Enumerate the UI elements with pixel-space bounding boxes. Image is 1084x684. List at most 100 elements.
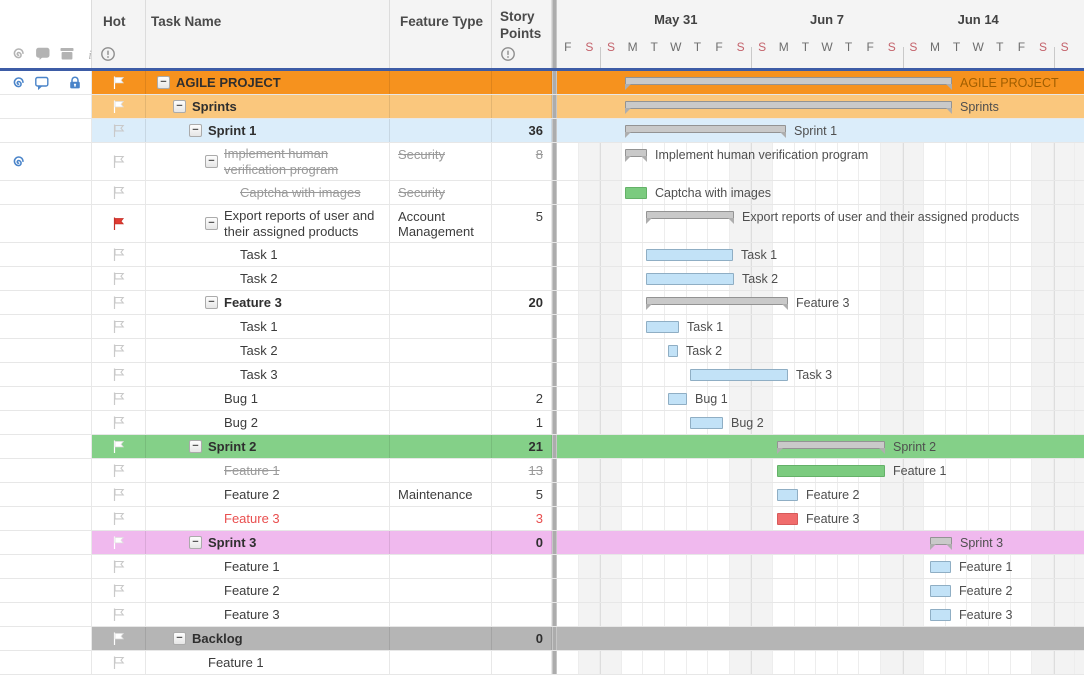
attachment-icon[interactable]	[11, 46, 27, 62]
hot-flag-icon[interactable]	[111, 185, 126, 200]
hot-flag-icon[interactable]	[111, 559, 126, 574]
feature-type-cell[interactable]	[390, 651, 492, 674]
feature-type-cell[interactable]: Security	[390, 181, 492, 204]
task-row[interactable]: Feature 1Feature 1	[0, 555, 1084, 579]
hot-cell[interactable]	[92, 627, 146, 650]
gantt-task-bar[interactable]	[690, 417, 723, 429]
story-points-cell[interactable]	[492, 555, 552, 578]
task-name-cell[interactable]: −Feature 3	[146, 291, 390, 314]
collapse-toggle[interactable]: −	[205, 155, 218, 168]
feature-type-cell[interactable]	[390, 507, 492, 530]
collapse-toggle[interactable]: −	[189, 440, 202, 453]
gantt-row[interactable]	[557, 651, 1084, 674]
feature-type-cell[interactable]: Security	[390, 143, 492, 180]
gantt-row[interactable]: Feature 3	[557, 507, 1084, 530]
gantt-summary-bar[interactable]	[646, 211, 734, 219]
feature-type-cell[interactable]	[390, 71, 492, 94]
task-row[interactable]: −SprintsSprints	[0, 95, 1084, 119]
feature-type-cell[interactable]	[390, 603, 492, 626]
story-points-column-header[interactable]: Story Points	[492, 0, 552, 68]
feature-type-cell[interactable]	[390, 579, 492, 602]
hot-cell[interactable]	[92, 411, 146, 434]
task-name-cell[interactable]: Feature 1	[146, 651, 390, 674]
task-name-cell[interactable]: −Implement human verification program	[146, 143, 390, 180]
comment-icon[interactable]	[35, 46, 51, 62]
task-row[interactable]: Captcha with imagesSecurityCaptcha with …	[0, 181, 1084, 205]
hot-cell[interactable]	[92, 507, 146, 530]
hot-flag-icon[interactable]	[111, 583, 126, 598]
gantt-row[interactable]: Task 1	[557, 243, 1084, 266]
task-row[interactable]: Feature 2Feature 2	[0, 579, 1084, 603]
task-name-cell[interactable]: −Backlog	[146, 627, 390, 650]
gantt-task-bar[interactable]	[930, 585, 951, 597]
hot-flag-icon[interactable]	[111, 247, 126, 262]
gantt-row[interactable]	[557, 627, 1084, 650]
gantt-row[interactable]: Sprint 3	[557, 531, 1084, 554]
task-name-cell[interactable]: Feature 2	[146, 483, 390, 506]
feature-type-cell[interactable]	[390, 291, 492, 314]
gantt-row[interactable]: Implement human verification program	[557, 143, 1084, 180]
feature-type-cell[interactable]	[390, 363, 492, 386]
gantt-task-bar[interactable]	[690, 369, 788, 381]
hot-flag-icon[interactable]	[111, 607, 126, 622]
story-points-cell[interactable]: 0	[492, 627, 552, 650]
gantt-summary-bar[interactable]	[930, 537, 952, 545]
task-row[interactable]: Feature 33Feature 3	[0, 507, 1084, 531]
gantt-row[interactable]: Task 2	[557, 339, 1084, 362]
story-points-cell[interactable]: 0	[492, 531, 552, 554]
task-name-cell[interactable]: Task 3	[146, 363, 390, 386]
hot-cell[interactable]	[92, 315, 146, 338]
gantt-row[interactable]: Bug 1	[557, 387, 1084, 410]
task-row[interactable]: −Sprint 30Sprint 3	[0, 531, 1084, 555]
gantt-task-bar[interactable]	[930, 609, 951, 621]
hot-cell[interactable]	[92, 119, 146, 142]
comment-icon[interactable]	[34, 75, 50, 91]
gantt-row[interactable]: Task 3	[557, 363, 1084, 386]
hot-cell[interactable]	[92, 435, 146, 458]
story-points-cell[interactable]: 5	[492, 483, 552, 506]
task-name-cell[interactable]: −AGILE PROJECT	[146, 71, 390, 94]
gantt-task-bar[interactable]	[777, 465, 885, 477]
gantt-task-bar[interactable]	[668, 393, 687, 405]
hot-cell[interactable]	[92, 95, 146, 118]
hot-cell[interactable]	[92, 143, 146, 180]
task-name-cell[interactable]: −Sprint 2	[146, 435, 390, 458]
task-row[interactable]: Task 2Task 2	[0, 267, 1084, 291]
collapse-toggle[interactable]: −	[173, 632, 186, 645]
task-row[interactable]: Feature 2Maintenance5Feature 2	[0, 483, 1084, 507]
task-name-cell[interactable]: Bug 2	[146, 411, 390, 434]
gantt-task-bar[interactable]	[646, 273, 734, 285]
hot-flag-icon[interactable]	[111, 511, 126, 526]
hot-cell[interactable]	[92, 363, 146, 386]
story-points-cell[interactable]: 36	[492, 119, 552, 142]
gantt-summary-bar[interactable]	[625, 149, 647, 157]
gantt-row[interactable]: Feature 1	[557, 459, 1084, 482]
hot-flag-icon[interactable]	[111, 535, 126, 550]
story-points-cell[interactable]	[492, 71, 552, 94]
story-points-cell[interactable]	[492, 339, 552, 362]
gantt-row[interactable]: Captcha with images	[557, 181, 1084, 204]
task-name-cell[interactable]: −Sprints	[146, 95, 390, 118]
task-row[interactable]: Feature 3Feature 3	[0, 603, 1084, 627]
collapse-toggle[interactable]: −	[205, 296, 218, 309]
gantt-summary-bar[interactable]	[777, 441, 885, 449]
story-points-cell[interactable]: 21	[492, 435, 552, 458]
attachment-icon[interactable]	[11, 75, 27, 91]
hot-cell[interactable]	[92, 603, 146, 626]
gantt-row[interactable]: Sprint 1	[557, 119, 1084, 142]
feature-type-cell[interactable]: Maintenance	[390, 483, 492, 506]
feature-type-cell[interactable]	[390, 339, 492, 362]
task-name-column-header[interactable]: Task Name	[146, 0, 390, 68]
task-row[interactable]: Feature 113Feature 1	[0, 459, 1084, 483]
task-name-cell[interactable]: Feature 3	[146, 603, 390, 626]
hot-column-header[interactable]: Hot	[92, 0, 146, 68]
hot-cell[interactable]	[92, 651, 146, 674]
task-name-cell[interactable]: −Sprint 1	[146, 119, 390, 142]
story-points-cell[interactable]: 1	[492, 411, 552, 434]
hot-flag-icon[interactable]	[111, 367, 126, 382]
hot-flag-icon[interactable]	[111, 487, 126, 502]
task-name-cell[interactable]: Captcha with images	[146, 181, 390, 204]
task-row[interactable]: −Feature 320Feature 3	[0, 291, 1084, 315]
task-name-cell[interactable]: Task 1	[146, 315, 390, 338]
hot-cell[interactable]	[92, 483, 146, 506]
